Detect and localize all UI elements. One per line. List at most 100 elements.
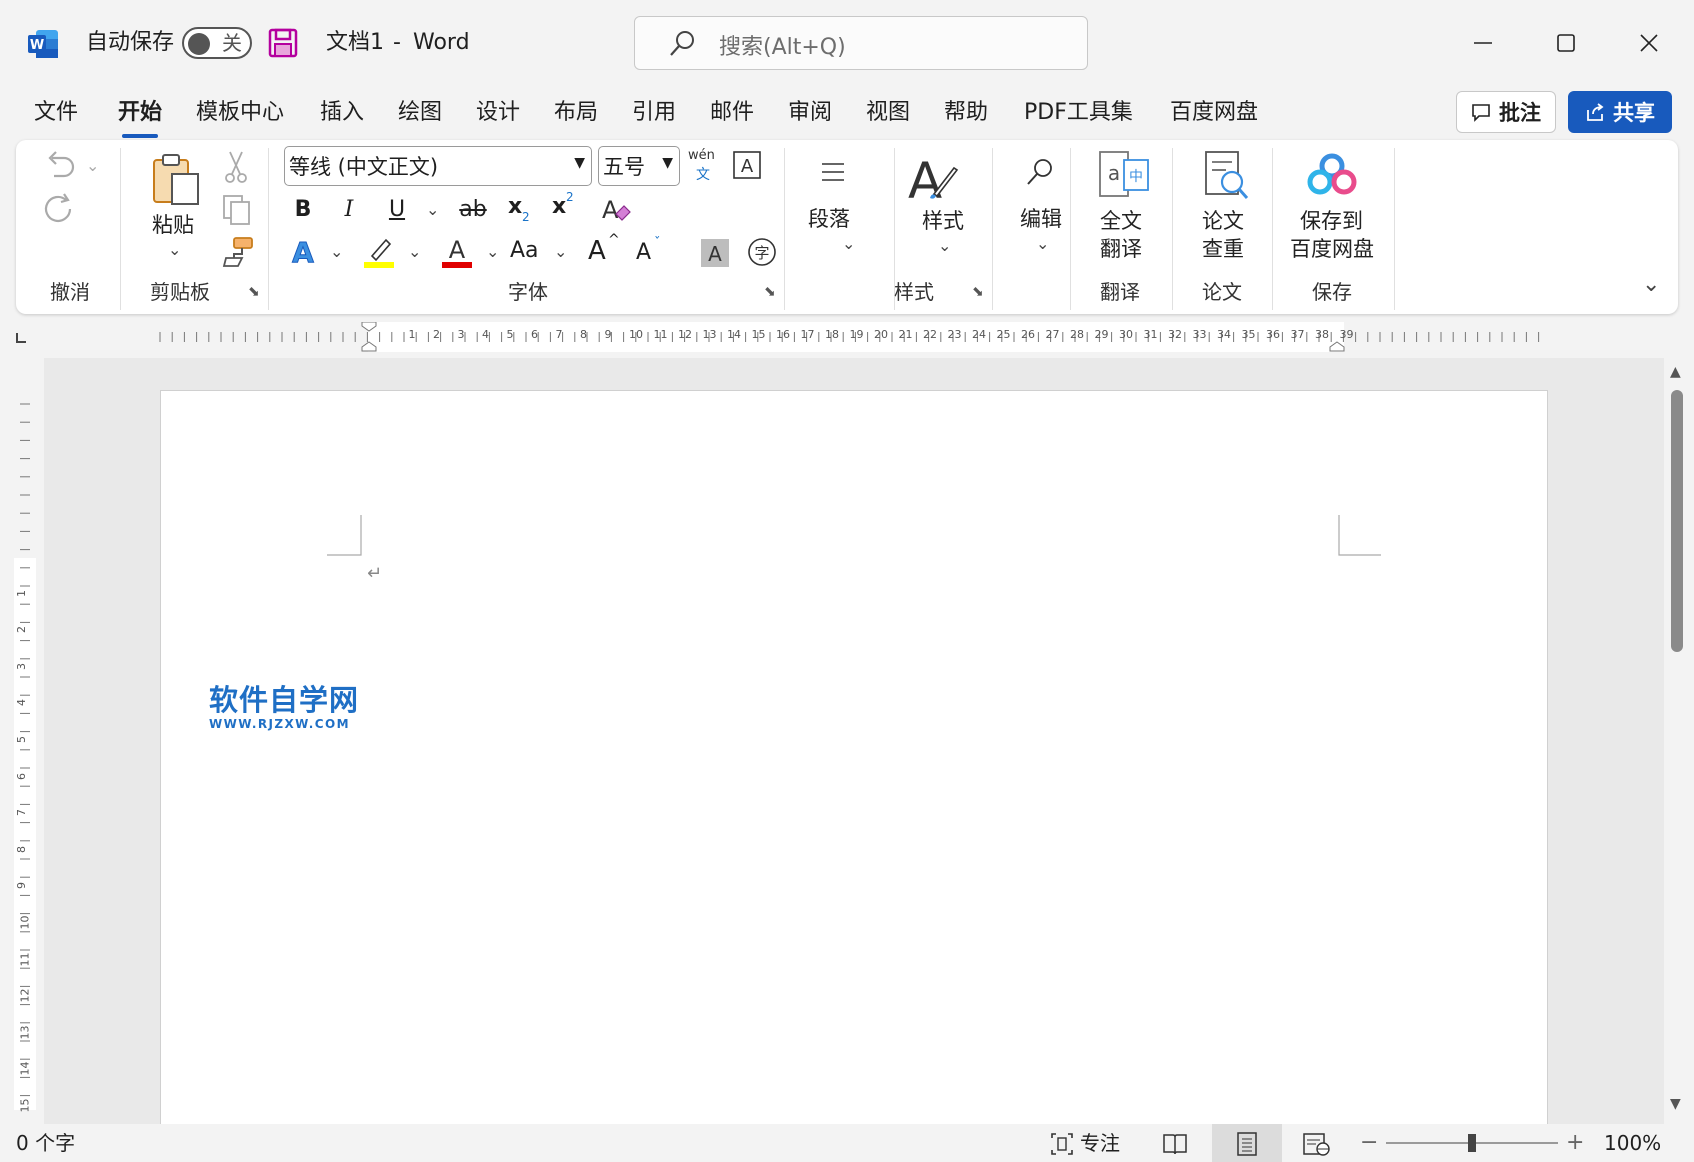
- font-family-select[interactable]: 等线 (中文正文) ▼: [284, 146, 592, 186]
- tab-insert[interactable]: 插入: [320, 96, 364, 130]
- tab-mailings[interactable]: 邮件: [710, 96, 754, 130]
- paragraph-dropdown-icon[interactable]: ⌄: [842, 234, 855, 253]
- maximize-button[interactable]: [1541, 18, 1591, 68]
- zoom-in-icon[interactable]: +: [1566, 1124, 1584, 1162]
- horizontal-ruler[interactable]: 1 2 3 4 5 6 7 8 9 10 11 12 13 14 15 16 17 18 19 20 21 22 23 24 2…: [44, 322, 1664, 352]
- styles-button[interactable]: 样式: [922, 208, 964, 235]
- change-case-button[interactable]: Aa: [510, 238, 539, 263]
- translate-button-line2[interactable]: 翻译: [1100, 236, 1142, 263]
- tab-references[interactable]: 引用: [632, 96, 676, 130]
- paste-label[interactable]: 粘贴: [152, 212, 194, 239]
- paper-check-icon[interactable]: [1200, 148, 1252, 204]
- print-layout-button[interactable]: [1212, 1124, 1282, 1162]
- zoom-level[interactable]: 100%: [1604, 1124, 1661, 1162]
- zoom-out-icon[interactable]: −: [1360, 1124, 1378, 1162]
- tab-template-center[interactable]: 模板中心: [196, 96, 284, 130]
- web-layout-icon[interactable]: [1302, 1132, 1330, 1156]
- phonetic-guide-bottom[interactable]: 文: [696, 164, 710, 184]
- tab-layout[interactable]: 布局: [554, 96, 598, 130]
- ribbon-collapse-icon[interactable]: ⌄: [1642, 272, 1660, 297]
- subscript-button[interactable]: x 2: [502, 192, 536, 226]
- format-painter-icon[interactable]: [220, 236, 254, 268]
- paragraph-button[interactable]: 段落: [808, 206, 850, 233]
- translate-button-line1[interactable]: 全文: [1100, 208, 1142, 235]
- tab-selector[interactable]: [14, 330, 28, 344]
- undo-icon[interactable]: [42, 150, 76, 182]
- grow-font-button[interactable]: A ^: [588, 232, 622, 270]
- styles-icon[interactable]: A: [904, 150, 960, 206]
- word-count[interactable]: 0 个字: [16, 1124, 75, 1162]
- copy-icon[interactable]: [222, 194, 252, 226]
- editing-dropdown-icon[interactable]: ⌄: [1036, 234, 1049, 253]
- comment-button[interactable]: 批注: [1456, 91, 1556, 133]
- focus-icon[interactable]: [1050, 1132, 1074, 1156]
- search-box[interactable]: 搜索(Alt+Q): [634, 16, 1088, 70]
- redo-icon[interactable]: [42, 192, 76, 226]
- document-page[interactable]: ↵ 软件自学网 WWW.RJZXW.COM: [160, 390, 1548, 1124]
- underline-button[interactable]: U: [380, 192, 414, 226]
- text-effects-dropdown-icon[interactable]: ⌄: [330, 242, 343, 261]
- tab-view[interactable]: 视图: [866, 96, 910, 130]
- tab-file[interactable]: 文件: [34, 96, 78, 130]
- highlight-icon[interactable]: [362, 234, 396, 270]
- undo-dropdown-icon[interactable]: ⌄: [86, 156, 99, 175]
- font-color-dropdown-icon[interactable]: ⌄: [486, 242, 499, 261]
- tab-design[interactable]: 设计: [476, 96, 520, 130]
- tab-pdf-tools[interactable]: PDF工具集: [1024, 96, 1133, 130]
- highlight-dropdown-icon[interactable]: ⌄: [408, 242, 421, 261]
- change-case-dropdown-icon[interactable]: ⌄: [554, 242, 567, 261]
- shrink-font-button[interactable]: A ˇ: [634, 234, 668, 270]
- share-button[interactable]: 共享: [1568, 91, 1672, 133]
- clear-formatting-icon[interactable]: A: [600, 192, 634, 226]
- bold-button[interactable]: B: [286, 192, 320, 226]
- close-button[interactable]: [1624, 18, 1674, 68]
- autosave-toggle[interactable]: 关: [182, 27, 252, 59]
- paste-icon[interactable]: [150, 152, 204, 208]
- save-icon[interactable]: [268, 28, 298, 58]
- enclose-characters-icon[interactable]: 字: [746, 236, 778, 268]
- translate-icon[interactable]: a 中: [1096, 148, 1152, 204]
- underline-dropdown-icon[interactable]: ⌄: [426, 200, 439, 219]
- paste-dropdown-icon[interactable]: ⌄: [168, 240, 181, 259]
- tab-baidu-netdisk[interactable]: 百度网盘: [1170, 96, 1258, 130]
- styles-launcher-icon[interactable]: ⬊: [972, 284, 984, 300]
- baidu-netdisk-icon[interactable]: [1306, 152, 1358, 200]
- zoom-slider-thumb[interactable]: [1468, 1134, 1476, 1152]
- editing-button[interactable]: 编辑: [1020, 206, 1062, 233]
- paper-check-line2[interactable]: 查重: [1202, 236, 1244, 263]
- vertical-ruler[interactable]: 1 2 3 4 5 6 7 8 9 10 11 12 13 14 15: [14, 390, 36, 1113]
- text-effects-icon[interactable]: A: [286, 234, 320, 270]
- tab-help[interactable]: 帮助: [944, 96, 988, 130]
- save-baidu-line2[interactable]: 百度网盘: [1290, 236, 1374, 263]
- font-family-value: 等线 (中文正文): [289, 155, 439, 179]
- font-launcher-icon[interactable]: ⬊: [764, 284, 776, 300]
- italic-button[interactable]: I: [332, 192, 366, 226]
- scrollbar-thumb[interactable]: [1671, 390, 1683, 652]
- scroll-down-icon[interactable]: ▼: [1670, 1096, 1681, 1112]
- clipboard-launcher-icon[interactable]: ⬊: [248, 284, 260, 300]
- find-icon[interactable]: [1024, 156, 1056, 188]
- scroll-up-icon[interactable]: ▲: [1670, 364, 1681, 380]
- font-color-icon[interactable]: A: [440, 234, 474, 270]
- tab-draw[interactable]: 绘图: [398, 96, 442, 130]
- indent-marker-icon[interactable]: [360, 322, 378, 362]
- font-size-select[interactable]: 五号 ▼: [598, 146, 680, 186]
- tab-home[interactable]: 开始: [118, 96, 162, 138]
- phonetic-guide-top[interactable]: wén: [688, 148, 715, 163]
- cut-icon[interactable]: [222, 150, 250, 184]
- character-border-icon[interactable]: A: [732, 150, 762, 180]
- styles-dropdown-icon[interactable]: ⌄: [938, 236, 951, 255]
- minimize-button[interactable]: [1458, 18, 1508, 68]
- right-indent-marker-icon[interactable]: [1328, 340, 1346, 354]
- focus-button[interactable]: 专注: [1080, 1124, 1120, 1162]
- ruler-number: 28: [1070, 328, 1084, 341]
- superscript-button[interactable]: x 2: [546, 190, 580, 226]
- tab-review[interactable]: 审阅: [788, 96, 832, 130]
- strikethrough-button[interactable]: ab: [456, 192, 490, 226]
- save-baidu-line1[interactable]: 保存到: [1300, 208, 1363, 235]
- character-shading-icon[interactable]: A: [700, 238, 730, 268]
- paragraph-icon[interactable]: [818, 158, 848, 188]
- read-mode-icon[interactable]: [1162, 1132, 1188, 1156]
- watermark-url: WWW.RJZXW.COM: [209, 717, 350, 731]
- paper-check-line1[interactable]: 论文: [1202, 208, 1244, 235]
